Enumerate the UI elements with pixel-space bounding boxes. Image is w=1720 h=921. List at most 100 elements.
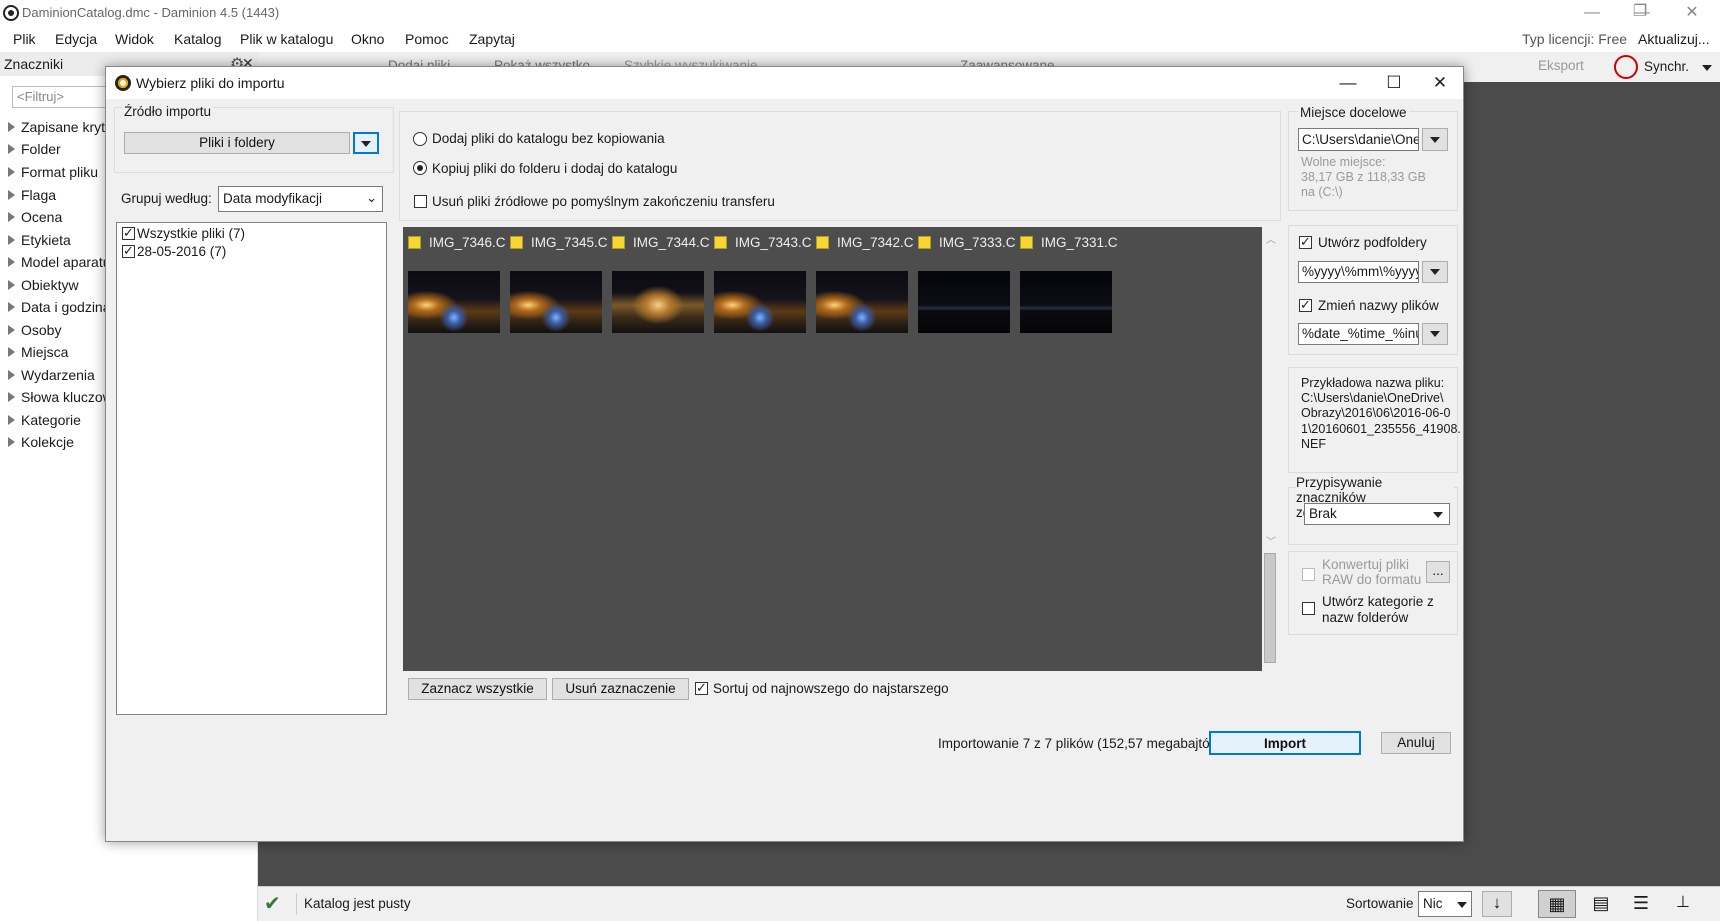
tag-item-camera-model[interactable]: Model aparatu bbox=[8, 254, 111, 270]
menu-edycja[interactable]: Edycja bbox=[55, 31, 97, 47]
file-select-label[interactable]: IMG_7344.C bbox=[612, 235, 710, 255]
destination-dropdown-button[interactable] bbox=[1422, 128, 1448, 151]
file-select-label[interactable]: IMG_7342.C bbox=[816, 235, 914, 255]
all-files-checkbox[interactable] bbox=[122, 225, 135, 241]
file-thumbnail[interactable] bbox=[612, 271, 704, 333]
sort-newest-checkbox[interactable] bbox=[695, 680, 708, 696]
file-select-label[interactable]: IMG_7331.C bbox=[1020, 235, 1118, 255]
preview-scrollbar[interactable]: ︿ ﹀ bbox=[1262, 227, 1279, 671]
tag-item-label[interactable]: Etykieta bbox=[8, 232, 71, 248]
tag-item-people[interactable]: Osoby bbox=[8, 322, 61, 338]
tag-item-categories[interactable]: Kategorie bbox=[8, 412, 81, 428]
sort-direction-icon[interactable]: ↓ bbox=[1482, 891, 1512, 917]
subfolder-pattern-dropdown[interactable] bbox=[1422, 261, 1448, 283]
window-title: DaminionCatalog.dmc - Daminion 4.5 (1443… bbox=[22, 5, 280, 20]
restore-icon[interactable]: ❐ bbox=[1620, 1, 1660, 23]
file-thumbnail[interactable] bbox=[1020, 271, 1112, 333]
sync-button[interactable]: Synchr. bbox=[1644, 59, 1689, 74]
destination-path-input[interactable]: C:\Users\danie\OneD bbox=[1298, 128, 1419, 151]
dialog-minimize-icon[interactable]: — bbox=[1326, 71, 1370, 95]
import-button[interactable]: Import bbox=[1209, 731, 1361, 755]
tag-item-rating[interactable]: Ocena bbox=[8, 209, 62, 225]
export-button[interactable]: Eksport bbox=[1538, 58, 1584, 73]
tag-item-file-format[interactable]: Format pliku bbox=[8, 164, 98, 180]
file-thumbnail[interactable] bbox=[510, 271, 602, 333]
tag-item-keywords[interactable]: Słowa kluczowe bbox=[8, 389, 121, 405]
group-by-label: Grupuj według: bbox=[121, 191, 212, 206]
scroll-down-icon[interactable]: ﹀ bbox=[1266, 533, 1276, 548]
source-dropdown-button[interactable] bbox=[353, 132, 379, 154]
file-select-label[interactable]: IMG_7333.C bbox=[918, 235, 1016, 255]
cancel-button[interactable]: Anuluj bbox=[1381, 732, 1451, 754]
file-select-label[interactable]: IMG_7346.C bbox=[408, 235, 506, 255]
grid-view-icon[interactable]: ▦ bbox=[1538, 890, 1576, 918]
tag-item-flag[interactable]: Flaga bbox=[8, 187, 56, 203]
file-select-checkbox[interactable] bbox=[918, 236, 931, 249]
details-view-icon[interactable]: ⊥ bbox=[1666, 890, 1700, 918]
file-select-checkbox[interactable] bbox=[714, 236, 727, 249]
file-select-checkbox[interactable] bbox=[816, 236, 829, 249]
expand-arrow-icon bbox=[8, 392, 15, 402]
file-select-checkbox[interactable] bbox=[612, 236, 625, 249]
file-select-checkbox[interactable] bbox=[1020, 236, 1033, 249]
file-name: IMG_7333.C bbox=[939, 235, 1016, 250]
tag-item-saved-criteria[interactable]: Zapisane kryter bbox=[8, 119, 117, 135]
sync-dropdown-icon[interactable] bbox=[1702, 65, 1712, 71]
menu-pomoc[interactable]: Pomoc bbox=[405, 31, 449, 47]
copy-and-add-radio[interactable] bbox=[413, 161, 427, 175]
delete-source-checkbox[interactable] bbox=[414, 195, 427, 208]
tile-view-icon[interactable]: ▤ bbox=[1584, 890, 1618, 918]
window-minimize-icon[interactable]: — bbox=[1572, 2, 1612, 24]
dialog-maximize-icon[interactable]: ☐ bbox=[1372, 71, 1416, 95]
tag-item-places[interactable]: Miejsca bbox=[8, 344, 68, 360]
update-link[interactable]: Aktualizuj... bbox=[1638, 31, 1710, 47]
dialog-close-icon[interactable]: ✕ bbox=[1418, 71, 1462, 95]
convert-raw-checkbox[interactable] bbox=[1302, 568, 1315, 581]
list-view-icon[interactable]: ☰ bbox=[1624, 890, 1658, 918]
add-without-copy-radio[interactable] bbox=[413, 132, 427, 146]
rename-pattern-input[interactable]: %date_%time_%inum bbox=[1298, 323, 1419, 345]
status-bar: ✔ Katalog jest pusty Sortowanie Nic ↓ ▦ … bbox=[258, 886, 1720, 921]
file-select-label[interactable]: IMG_7345.C bbox=[510, 235, 608, 255]
create-categories-checkbox[interactable] bbox=[1302, 602, 1315, 615]
file-select-checkbox[interactable] bbox=[510, 236, 523, 249]
example-filename-line: C:\Users\danie\OneDrive\ bbox=[1301, 391, 1444, 405]
select-all-button[interactable]: Zaznacz wszystkie bbox=[408, 678, 547, 700]
file-thumbnail[interactable] bbox=[816, 271, 908, 333]
file-thumbnail[interactable] bbox=[918, 271, 1010, 333]
tree-item-all-files[interactable]: Wszystkie pliki (7) bbox=[137, 226, 245, 241]
menu-okno[interactable]: Okno bbox=[351, 31, 384, 47]
scroll-up-icon[interactable]: ︿ bbox=[1266, 231, 1276, 246]
tree-item-date-group[interactable]: 28-05-2016 (7) bbox=[137, 244, 226, 259]
convert-raw-more-button[interactable]: ... bbox=[1426, 561, 1450, 583]
menu-plik[interactable]: Plik bbox=[13, 31, 36, 47]
rename-files-checkbox[interactable] bbox=[1299, 297, 1312, 313]
check-icon: ✔ bbox=[264, 893, 281, 915]
sync-icon[interactable] bbox=[1614, 55, 1638, 79]
create-subfolders-checkbox[interactable] bbox=[1299, 234, 1312, 250]
file-thumbnail[interactable] bbox=[408, 271, 500, 333]
menu-katalog[interactable]: Katalog bbox=[174, 31, 221, 47]
tag-item-lens[interactable]: Obiektyw bbox=[8, 277, 79, 293]
tag-item-collections[interactable]: Kolekcje bbox=[8, 434, 74, 450]
file-select-checkbox[interactable] bbox=[408, 236, 421, 249]
scroll-thumb[interactable] bbox=[1264, 553, 1276, 663]
menu-plik-w-katalogu[interactable]: Plik w katalogu bbox=[240, 31, 333, 47]
close-window-icon[interactable]: ✕ bbox=[1672, 2, 1712, 24]
group-by-select[interactable]: Data modyfikacji ⌄ bbox=[218, 186, 383, 212]
source-files-folders-button[interactable]: Pliki i foldery bbox=[124, 132, 350, 154]
date-group-checkbox[interactable] bbox=[122, 243, 135, 259]
subfolder-pattern-input[interactable]: %yyyy\%mm\%yyyy- bbox=[1298, 261, 1419, 283]
file-thumbnail[interactable] bbox=[714, 271, 806, 333]
sort-select[interactable]: Nic bbox=[1418, 891, 1472, 917]
menu-zapytaj[interactable]: Zapytaj bbox=[469, 31, 515, 47]
license-type: Typ licencji: Free bbox=[1522, 31, 1628, 47]
tags-assign-select[interactable]: Brak bbox=[1304, 503, 1450, 525]
deselect-all-button[interactable]: Usuń zaznaczenie bbox=[552, 678, 689, 700]
tag-item-folder[interactable]: Folder bbox=[8, 141, 61, 157]
menu-widok[interactable]: Widok bbox=[115, 31, 154, 47]
rename-pattern-dropdown[interactable] bbox=[1422, 323, 1448, 345]
convert-raw-label-2: RAW do formatu bbox=[1322, 572, 1422, 587]
tag-item-events[interactable]: Wydarzenia bbox=[8, 367, 95, 383]
file-select-label[interactable]: IMG_7343.C bbox=[714, 235, 812, 255]
